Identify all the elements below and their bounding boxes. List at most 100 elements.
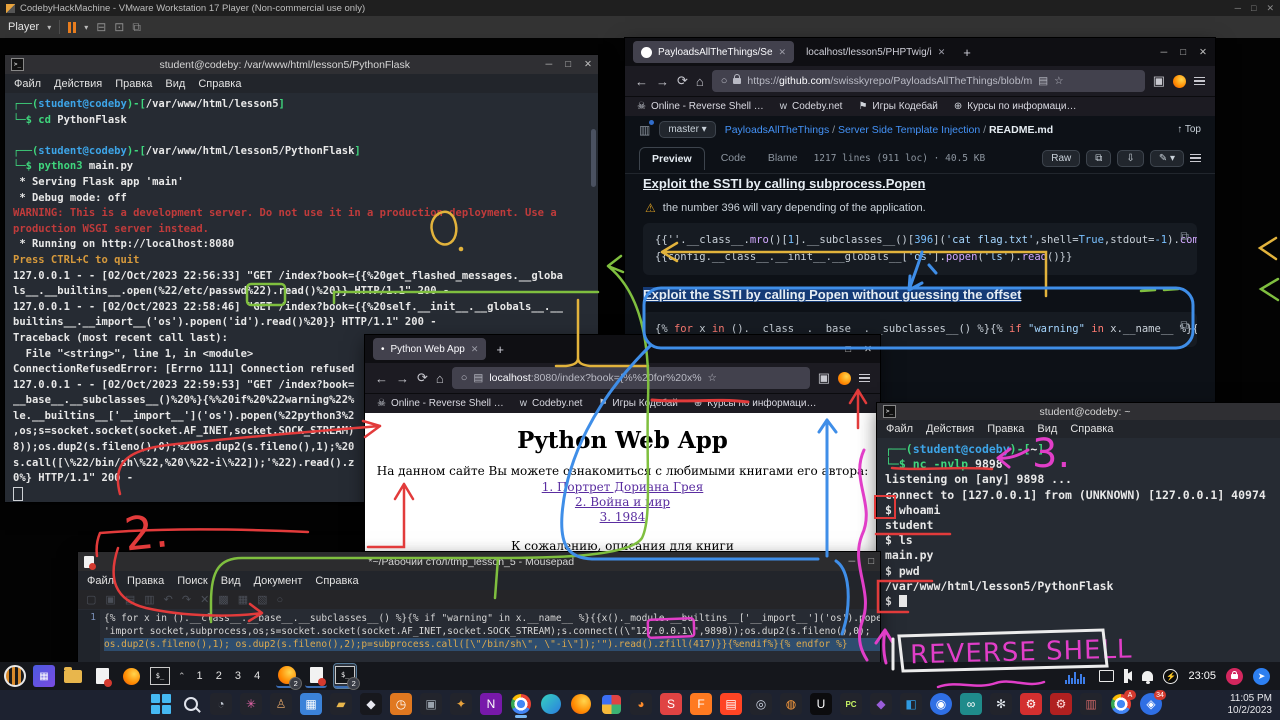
- vmware-maximize-button[interactable]: □: [1251, 3, 1256, 13]
- firefox-launcher-icon[interactable]: [120, 665, 142, 687]
- top-link[interactable]: ↑ Top: [1177, 124, 1201, 135]
- window-close-button[interactable]: ✕: [1199, 47, 1207, 58]
- terminal1-close-button[interactable]: ✕: [584, 59, 592, 70]
- codeby-menu-icon[interactable]: [4, 665, 26, 687]
- taskbar-icon-vscode[interactable]: ◧: [900, 693, 922, 715]
- menu-item-4[interactable]: Документ: [254, 575, 303, 587]
- extensions-shield-icon[interactable]: ▣: [1153, 73, 1165, 89]
- shield-icon[interactable]: ○: [721, 75, 728, 87]
- taskbar-icon-clock-app[interactable]: ◷: [390, 693, 412, 715]
- code-block-subprocess[interactable]: ⧉ {{''.__class__.mro()[1].__subclasses__…: [643, 223, 1197, 275]
- window-minimize-button[interactable]: ─: [826, 344, 833, 355]
- taskbar-icon-box[interactable]: ▣: [420, 693, 442, 715]
- menu-item-3[interactable]: Вид: [221, 575, 241, 587]
- taskbar-icon-chrome-profile[interactable]: A: [1110, 693, 1132, 715]
- new-tab-button[interactable]: +: [957, 45, 977, 60]
- bookmark-item[interactable]: ☠Online - Reverse Shell …: [637, 101, 764, 112]
- book-link-3[interactable]: 3. 1984: [365, 510, 880, 525]
- tab-preview[interactable]: Preview: [639, 147, 705, 170]
- taskbar-icon-unreal[interactable]: U: [810, 693, 832, 715]
- terminal2-titlebar[interactable]: >_ student@codeby: ~: [877, 403, 1280, 420]
- windows-clock[interactable]: 11:05 PM 10/2/2023: [1228, 693, 1273, 717]
- taskbar-icon-edge[interactable]: [540, 693, 562, 715]
- tab-blame[interactable]: Blame: [762, 147, 804, 169]
- taskbar-icon-infinity[interactable]: ∞: [960, 693, 982, 715]
- taskbar-icon-s-app[interactable]: S: [660, 693, 682, 715]
- lock-screen-icon[interactable]: [1226, 668, 1243, 685]
- taskbar-icon-spark[interactable]: ✻: [990, 693, 1012, 715]
- home-icon[interactable]: ⌂: [436, 371, 444, 386]
- tab-code[interactable]: Code: [715, 147, 752, 169]
- readme-heading-popen[interactable]: Exploit the SSTI by calling Popen withou…: [643, 287, 1197, 302]
- redo-icon[interactable]: ↷: [182, 593, 191, 606]
- taskbar-icon-pycharm[interactable]: PC: [840, 693, 862, 715]
- bookmark-item[interactable]: wCodeby.net: [780, 101, 843, 112]
- reader-view-icon[interactable]: ▤: [1038, 75, 1048, 87]
- taskbar-icon-fl[interactable]: ◕: [630, 693, 652, 715]
- taskbar-icon-display-app[interactable]: ▥: [1080, 693, 1102, 715]
- vm-clock[interactable]: 23:05: [1188, 670, 1216, 682]
- logout-icon[interactable]: ➤: [1253, 668, 1270, 685]
- app-urlbar[interactable]: ○ ▤ localhost:8080/index?book={%%20for%2…: [452, 367, 810, 389]
- taskbar-icon-firefox[interactable]: [570, 693, 592, 715]
- book-link-2[interactable]: 2. Война и мир: [365, 495, 880, 510]
- new-tab-button[interactable]: +: [490, 342, 510, 357]
- save-icon[interactable]: ▤: [125, 593, 135, 606]
- taskbar-icon-share[interactable]: ✦: [450, 693, 472, 715]
- network-monitor-graph[interactable]: [1065, 669, 1089, 684]
- terminal1-maximize-button[interactable]: □: [565, 59, 571, 70]
- paste-icon[interactable]: ▦: [238, 593, 248, 606]
- forward-icon[interactable]: →: [656, 74, 669, 89]
- outline-icon[interactable]: [1190, 154, 1201, 163]
- tab-close-icon[interactable]: ✕: [779, 47, 787, 58]
- taskbar-mousepad-running[interactable]: [305, 664, 327, 688]
- raw-button[interactable]: Raw: [1042, 150, 1080, 167]
- copy-raw-icon[interactable]: ⧉: [1086, 150, 1111, 167]
- taskbar-icon-onenote[interactable]: N: [480, 693, 502, 715]
- taskbar-icon-gear1[interactable]: ⚙: [1020, 693, 1042, 715]
- terminal1-minimize-button[interactable]: ─: [546, 59, 553, 70]
- suspend-vm-button[interactable]: [68, 22, 76, 33]
- fullscreen-icon[interactable]: ⊡: [114, 20, 124, 34]
- taskbar-icon-red-tile[interactable]: ▤: [720, 693, 742, 715]
- bookmark-star-icon[interactable]: ☆: [1054, 75, 1063, 87]
- open-icon[interactable]: ▣: [105, 593, 115, 606]
- tab-payloadsallthethings[interactable]: PayloadsAllTheThings/Se ✕: [633, 41, 794, 63]
- taskbar-icon-explorer[interactable]: ▰: [330, 693, 352, 715]
- bookmark-item[interactable]: ☠Online - Reverse Shell …: [377, 398, 504, 409]
- taskbar-icon-search[interactable]: [180, 693, 202, 715]
- window-maximize-button[interactable]: □: [845, 344, 851, 355]
- menu-item-1[interactable]: Действия: [926, 423, 974, 435]
- taskbar-icon-messenger[interactable]: ◈34: [1140, 693, 1162, 715]
- tab-close-icon[interactable]: ✕: [471, 344, 479, 355]
- terminal1-scrollbar[interactable]: [591, 129, 596, 187]
- taskbar-icon-obsidian[interactable]: ◆: [360, 693, 382, 715]
- taskbar-icon-pinwheel[interactable]: ✳: [240, 693, 262, 715]
- find-icon[interactable]: ▧: [257, 593, 267, 606]
- mousepad-editor[interactable]: 1 {% for x in ().__class__.__base__.__su…: [78, 610, 880, 662]
- menu-item-2[interactable]: Поиск: [177, 575, 207, 587]
- extensions-shield-icon[interactable]: ▣: [818, 370, 830, 386]
- terminal-launcher-icon[interactable]: $_: [149, 665, 171, 687]
- readme-heading-subprocess[interactable]: Exploit the SSTI by calling subprocess.P…: [643, 176, 1197, 191]
- file-manager-icon[interactable]: [62, 665, 84, 687]
- window-minimize-button[interactable]: ─: [1161, 47, 1168, 58]
- tab-close-icon[interactable]: ✕: [938, 47, 946, 58]
- taskbar-icon-people[interactable]: ♙: [270, 693, 292, 715]
- menu-item-0[interactable]: Файл: [87, 575, 114, 587]
- bookmark-star-icon[interactable]: ☆: [708, 372, 717, 384]
- display-tray-icon[interactable]: [1099, 670, 1114, 682]
- menu-item-5[interactable]: Справка: [315, 575, 358, 587]
- bookmark-item[interactable]: ⊕Курсы по информаци…: [954, 101, 1077, 112]
- copy-icon[interactable]: ▩: [218, 593, 228, 606]
- terminal1-titlebar[interactable]: >_ student@codeby: /var/www/html/lesson5…: [5, 55, 598, 74]
- edit-pencil-icon[interactable]: ✎ ▾: [1150, 150, 1184, 167]
- mousepad-maximize-button[interactable]: □: [868, 556, 874, 567]
- taskbar-icon-pin-app[interactable]: ◉: [930, 693, 952, 715]
- tab-localhost-phptwig[interactable]: localhost/lesson5/PHPTwig/i ✕: [798, 41, 953, 63]
- crumb-repo[interactable]: PayloadsAllTheThings: [725, 124, 829, 136]
- reload-icon[interactable]: ⟳: [417, 370, 428, 386]
- new-doc-icon[interactable]: ▢: [86, 593, 96, 606]
- app-menu-icon[interactable]: [1194, 77, 1205, 86]
- undo-icon[interactable]: ↶: [164, 593, 173, 606]
